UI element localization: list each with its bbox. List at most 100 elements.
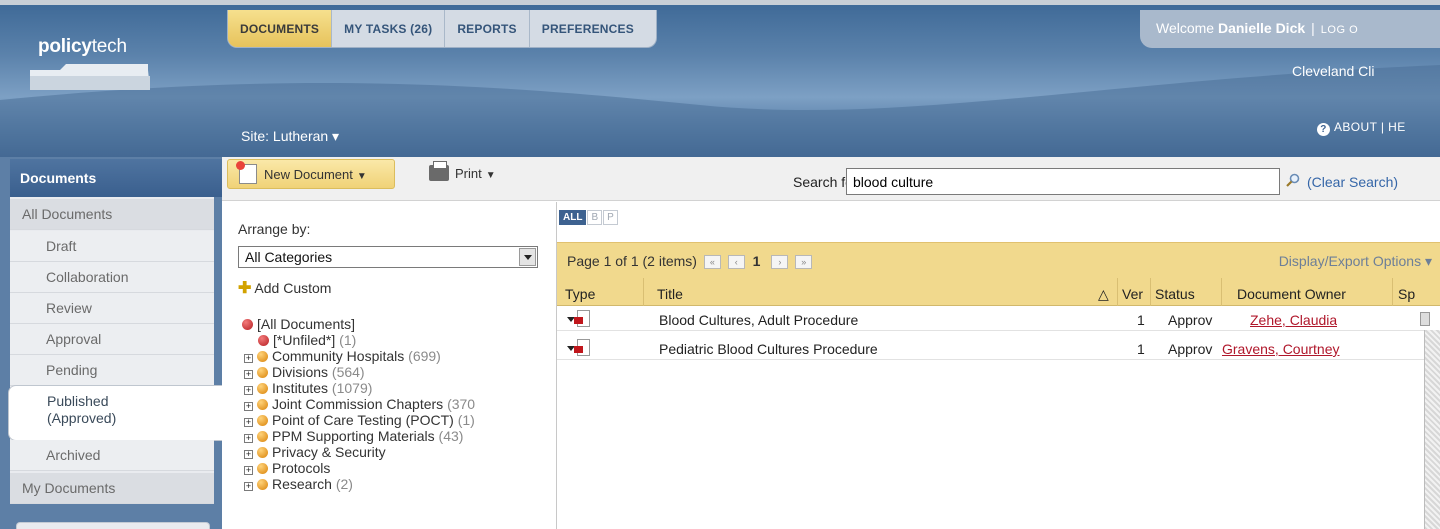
first-page-button[interactable]: « <box>703 255 721 269</box>
expand-plus-icon[interactable]: + <box>244 434 253 443</box>
nav-header-documents[interactable]: Documents <box>10 159 222 197</box>
nav-item-pending[interactable]: Pending <box>10 355 214 386</box>
chevron-down-icon[interactable] <box>519 248 536 266</box>
letter-filter: ALL B P <box>559 210 619 225</box>
nav-item-draft[interactable]: Draft <box>10 231 214 262</box>
top-strip <box>0 0 1440 5</box>
app-logo[interactable]: policytech <box>38 36 127 58</box>
row-title[interactable]: Pediatric Blood Cultures Procedure <box>659 341 1089 357</box>
expand-plus-icon[interactable]: + <box>244 418 253 427</box>
pdf-document-icon[interactable] <box>567 310 590 328</box>
tree-item-joint-commission[interactable]: + Joint Commission Chapters (370 <box>244 396 475 412</box>
add-custom-label: Add Custom <box>254 280 332 296</box>
tree-item-poct[interactable]: + Point of Care Testing (POCT) (1) <box>244 412 475 428</box>
print-button[interactable]: Print ▼ <box>429 161 496 181</box>
nav-item-approval[interactable]: Approval <box>10 324 214 355</box>
display-export-options[interactable]: Display/Export Options ▾ <box>1279 253 1432 270</box>
expand-plus-icon[interactable]: + <box>244 402 253 411</box>
tab-reports[interactable]: REPORTS <box>445 10 530 47</box>
tree-item-divisions[interactable]: + Divisions (564) <box>244 364 365 380</box>
tree-item-privacy-security[interactable]: + Privacy & Security <box>244 444 386 460</box>
expand-plus-icon[interactable]: + <box>244 466 253 475</box>
arrange-by-value: All Categories <box>245 249 333 265</box>
letter-p[interactable]: P <box>603 210 618 225</box>
tree-item-unfiled[interactable]: [*Unfiled*] (1) <box>258 332 356 348</box>
pdf-document-icon[interactable] <box>567 339 590 357</box>
letter-b[interactable]: B <box>587 210 603 225</box>
orange-ball-icon <box>257 463 268 474</box>
tree-item-label: Protocols <box>272 460 331 476</box>
row-owner[interactable]: Zehe, Claudia <box>1250 312 1337 328</box>
tree-item-research[interactable]: + Research (2) <box>244 476 353 492</box>
chevron-down-icon: ▼ <box>485 170 496 181</box>
nav-item-collaboration[interactable]: Collaboration <box>10 262 214 293</box>
user-name: Danielle Dick <box>1217 20 1306 36</box>
header-wave <box>0 65 1440 157</box>
tree-item-count: (564) <box>331 364 365 380</box>
col-document-owner[interactable]: Document Owner <box>1237 286 1346 302</box>
new-document-icon <box>236 161 257 184</box>
arrange-by-select[interactable]: All Categories <box>238 246 538 268</box>
nav-item-review[interactable]: Review <box>10 293 214 324</box>
tree-item-label: [All Documents] <box>257 316 356 332</box>
column-divider <box>643 278 644 306</box>
tree-item-community-hospitals[interactable]: + Community Hospitals (699) <box>244 348 441 364</box>
page-summary: Page 1 of 1 (2 items) <box>567 253 697 269</box>
row-action-button[interactable] <box>1420 312 1430 326</box>
site-selector[interactable]: Site: Lutheran ▾ <box>241 128 339 145</box>
row-title[interactable]: Blood Cultures, Adult Procedure <box>659 312 1089 328</box>
letter-all[interactable]: ALL <box>559 210 587 225</box>
col-type[interactable]: Type <box>565 286 595 302</box>
logo-folder-icon <box>30 64 150 90</box>
table-row[interactable]: Blood Cultures, Adult Procedure 1 Approv… <box>557 307 1440 331</box>
expand-plus-icon[interactable]: + <box>244 354 253 363</box>
red-ball-icon <box>242 319 253 330</box>
new-document-button[interactable]: New Document ▼ <box>227 159 395 189</box>
tree-item-label: Point of Care Testing (POCT) <box>272 412 454 428</box>
tab-documents[interactable]: DOCUMENTS <box>228 10 333 47</box>
expand-plus-icon[interactable]: + <box>244 482 253 491</box>
orange-ball-icon <box>257 479 268 490</box>
nav-item-archived[interactable]: Archived <box>10 440 214 471</box>
main-tabs: DOCUMENTS MY TASKS (26) REPORTS PREFEREN… <box>227 10 657 48</box>
row-owner[interactable]: Gravens, Courtney <box>1222 341 1340 357</box>
col-ver[interactable]: Ver <box>1122 286 1143 302</box>
tree-item-label: Research <box>272 476 332 492</box>
vertical-scrollbar[interactable] <box>1424 330 1440 529</box>
tab-preferences[interactable]: PREFERENCES <box>530 10 656 47</box>
tree-item-all-documents[interactable]: [All Documents] <box>242 316 355 332</box>
search-icon[interactable] <box>1286 173 1300 187</box>
col-title[interactable]: Title <box>657 286 683 302</box>
row-version: 1 <box>1137 341 1145 357</box>
expand-plus-icon[interactable]: + <box>244 450 253 459</box>
prev-page-button[interactable]: ‹ <box>727 255 745 269</box>
tree-item-protocols[interactable]: + Protocols <box>244 460 330 476</box>
tab-my-tasks[interactable]: MY TASKS (26) <box>332 10 446 47</box>
tree-item-ppm-supporting[interactable]: + PPM Supporting Materials (43) <box>244 428 463 444</box>
about-link[interactable]: ABOUT <box>1334 120 1377 134</box>
tree-item-label: Divisions <box>272 364 329 380</box>
help-link[interactable]: HE <box>1388 120 1405 134</box>
next-page-button[interactable]: › <box>771 255 789 269</box>
nav-item-all-documents[interactable]: All Documents <box>10 199 214 230</box>
col-status[interactable]: Status <box>1155 286 1195 302</box>
nav-item-published[interactable]: Published (Approved) <box>8 385 222 441</box>
tree-item-institutes[interactable]: + Institutes (1079) <box>244 380 372 396</box>
orange-ball-icon <box>257 383 268 394</box>
row-status: Approv <box>1168 341 1213 357</box>
expand-plus-icon[interactable]: + <box>244 386 253 395</box>
col-extra[interactable]: Sp <box>1398 286 1415 302</box>
nav-item-my-documents[interactable]: My Documents <box>10 473 214 504</box>
table-row[interactable]: Pediatric Blood Cultures Procedure 1 App… <box>557 336 1440 360</box>
tree-item-label: Joint Commission Chapters <box>272 396 444 412</box>
logout-link[interactable]: LOG O <box>1321 24 1358 36</box>
welcome-separator: | <box>1311 20 1315 36</box>
about-bar: ? ABOUT | HE <box>1317 120 1406 136</box>
orange-ball-icon <box>257 367 268 378</box>
add-custom-link[interactable]: ✚ Add Custom <box>238 278 331 298</box>
expand-plus-icon[interactable]: + <box>244 370 253 379</box>
last-page-button[interactable]: » <box>795 255 813 269</box>
clear-search-link[interactable]: (Clear Search) <box>1307 174 1398 190</box>
row-version: 1 <box>1137 312 1145 328</box>
search-input[interactable] <box>846 168 1280 195</box>
